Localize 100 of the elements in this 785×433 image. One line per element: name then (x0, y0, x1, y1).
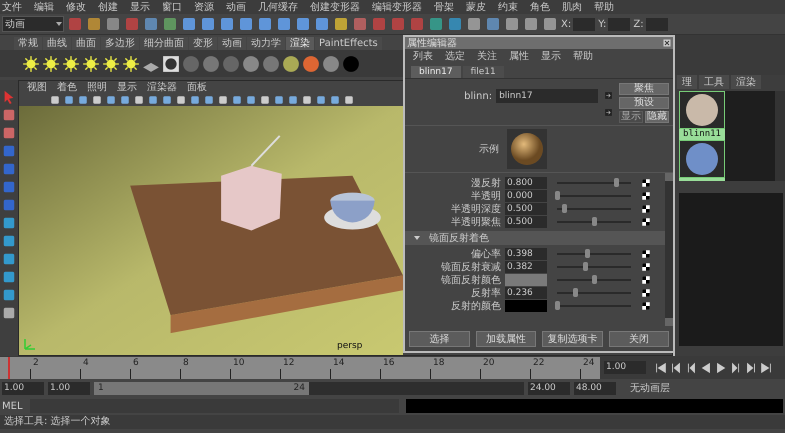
menu-item[interactable]: 编辑 (34, 0, 54, 14)
color-swatch[interactable] (505, 300, 547, 312)
section-header[interactable]: 镜面反射着色 (405, 231, 665, 245)
editor-button[interactable]: 预设 (619, 97, 669, 109)
light-icon[interactable] (22, 54, 40, 72)
tool-icon[interactable] (238, 16, 254, 32)
view-icon[interactable] (315, 94, 327, 106)
coordinate-field[interactable] (608, 18, 630, 30)
menu-item[interactable]: 蒙皮 (466, 0, 486, 14)
tool-icon[interactable] (333, 16, 349, 32)
node-tab[interactable]: file11 (462, 66, 504, 78)
tool-icon[interactable] (504, 16, 520, 32)
view-icon[interactable] (91, 94, 103, 106)
end-time-field[interactable]: 48.00 (574, 382, 616, 394)
go-to-start-icon[interactable] (654, 360, 668, 374)
playback-end-field[interactable]: 24.00 (528, 382, 570, 394)
view-icon[interactable] (175, 94, 187, 106)
coordinate-field[interactable] (573, 18, 596, 30)
menu-item[interactable]: 几何缓存 (258, 0, 298, 14)
playback-start-field[interactable]: 1.00 (48, 382, 90, 394)
tool-icon[interactable] (2, 198, 16, 212)
view-icon[interactable] (161, 94, 173, 106)
value-field[interactable]: 0.398 (505, 248, 547, 260)
view-icon[interactable] (343, 94, 355, 106)
slider-thumb[interactable] (555, 301, 560, 310)
view-icon[interactable] (245, 94, 257, 106)
tool-icon[interactable] (314, 16, 330, 32)
shelf-tab[interactable]: 动画 (218, 37, 246, 50)
view-icon[interactable] (273, 94, 285, 106)
map-button-icon[interactable] (641, 178, 651, 188)
output-connection-icon[interactable] (604, 108, 613, 117)
color-swatch[interactable] (505, 274, 547, 286)
sphere-icon[interactable] (222, 54, 240, 72)
panel-menu-item[interactable]: 显示 (117, 80, 137, 94)
map-button-icon[interactable] (641, 191, 651, 201)
tool-icon[interactable] (257, 16, 273, 32)
coordinate-field[interactable] (646, 18, 668, 30)
menu-item[interactable]: 约束 (498, 0, 518, 14)
view-icon[interactable] (329, 94, 341, 106)
close-icon[interactable] (663, 39, 671, 47)
dialog-button[interactable]: 关闭 (608, 331, 669, 347)
dialog-button[interactable]: 加载属性 (476, 331, 536, 347)
tool-icon[interactable] (466, 16, 482, 32)
tool-icon[interactable] (219, 16, 235, 32)
tool-icon[interactable] (2, 180, 16, 194)
view-icon[interactable] (231, 94, 243, 106)
tool-icon[interactable] (276, 16, 292, 32)
tool-icon[interactable] (162, 16, 178, 32)
menu-item[interactable]: 修改 (66, 0, 86, 14)
editor-button[interactable]: 隐藏 (645, 111, 669, 123)
slider-thumb[interactable] (592, 275, 597, 284)
view-icon[interactable] (147, 94, 159, 106)
slider-thumb[interactable] (555, 191, 560, 200)
tool-icon[interactable] (2, 144, 16, 158)
time-slider[interactable]: 2 4 6 8 10 12 14 16 18 20 22 24 (0, 356, 600, 378)
tool-icon[interactable] (447, 16, 463, 32)
slider-thumb[interactable] (562, 204, 568, 213)
node-name-field[interactable]: blinn17 (496, 89, 598, 103)
map-button-icon[interactable] (641, 217, 651, 227)
select-arrow-icon[interactable] (2, 90, 16, 104)
value-field[interactable]: 0.000 (505, 190, 547, 202)
menu-item[interactable]: 资源 (194, 0, 214, 14)
hypershade-tab[interactable]: 渲染 (731, 75, 761, 89)
go-to-end-icon[interactable] (759, 360, 773, 374)
tool-icon[interactable] (2, 306, 16, 320)
anim-layer-label[interactable]: 无动画层 (630, 381, 670, 395)
tool-icon[interactable] (428, 16, 444, 32)
input-connection-icon[interactable] (604, 91, 613, 100)
play-forward-icon[interactable] (714, 360, 728, 374)
sphere-icon[interactable] (202, 54, 220, 72)
editor-button[interactable]: 聚焦 (619, 83, 669, 95)
panel-menu-item[interactable]: 视图 (27, 80, 47, 94)
sphere-icon[interactable] (322, 54, 340, 72)
menu-item[interactable]: 显示 (130, 0, 150, 14)
menu-item[interactable]: 文件 (2, 0, 22, 14)
shelf-tab[interactable]: 细分曲面 (140, 37, 188, 50)
light-icon[interactable] (82, 54, 100, 72)
menu-item[interactable]: 创建变形器 (310, 0, 360, 14)
map-button-icon[interactable] (641, 288, 651, 298)
menu-item[interactable]: 窗口 (162, 0, 182, 14)
hypershade-tab[interactable]: 工具 (699, 75, 729, 89)
shelf-tab[interactable]: 曲线 (43, 37, 71, 50)
value-field[interactable]: 0.500 (505, 216, 547, 228)
slider-thumb[interactable] (614, 178, 620, 187)
tool-icon[interactable] (2, 108, 16, 122)
shader-ball-icon[interactable] (162, 54, 180, 72)
view-icon[interactable] (49, 94, 61, 106)
slider-thumb[interactable] (572, 288, 578, 297)
light-icon[interactable] (122, 54, 140, 72)
hypershade-tab[interactable]: 理 (677, 75, 697, 89)
tool-icon[interactable] (181, 16, 197, 32)
light-icon[interactable] (42, 54, 60, 72)
menu-item[interactable]: 肌肉 (562, 0, 582, 14)
shelf-tab[interactable]: 渲染 (286, 37, 314, 50)
tool-icon[interactable] (2, 126, 16, 140)
tool-icon[interactable] (2, 234, 16, 248)
value-field[interactable]: 0.500 (505, 203, 547, 215)
value-field[interactable]: 0.236 (505, 287, 547, 299)
tool-icon[interactable] (2, 162, 16, 176)
start-time-field[interactable]: 1.00 (2, 382, 44, 394)
